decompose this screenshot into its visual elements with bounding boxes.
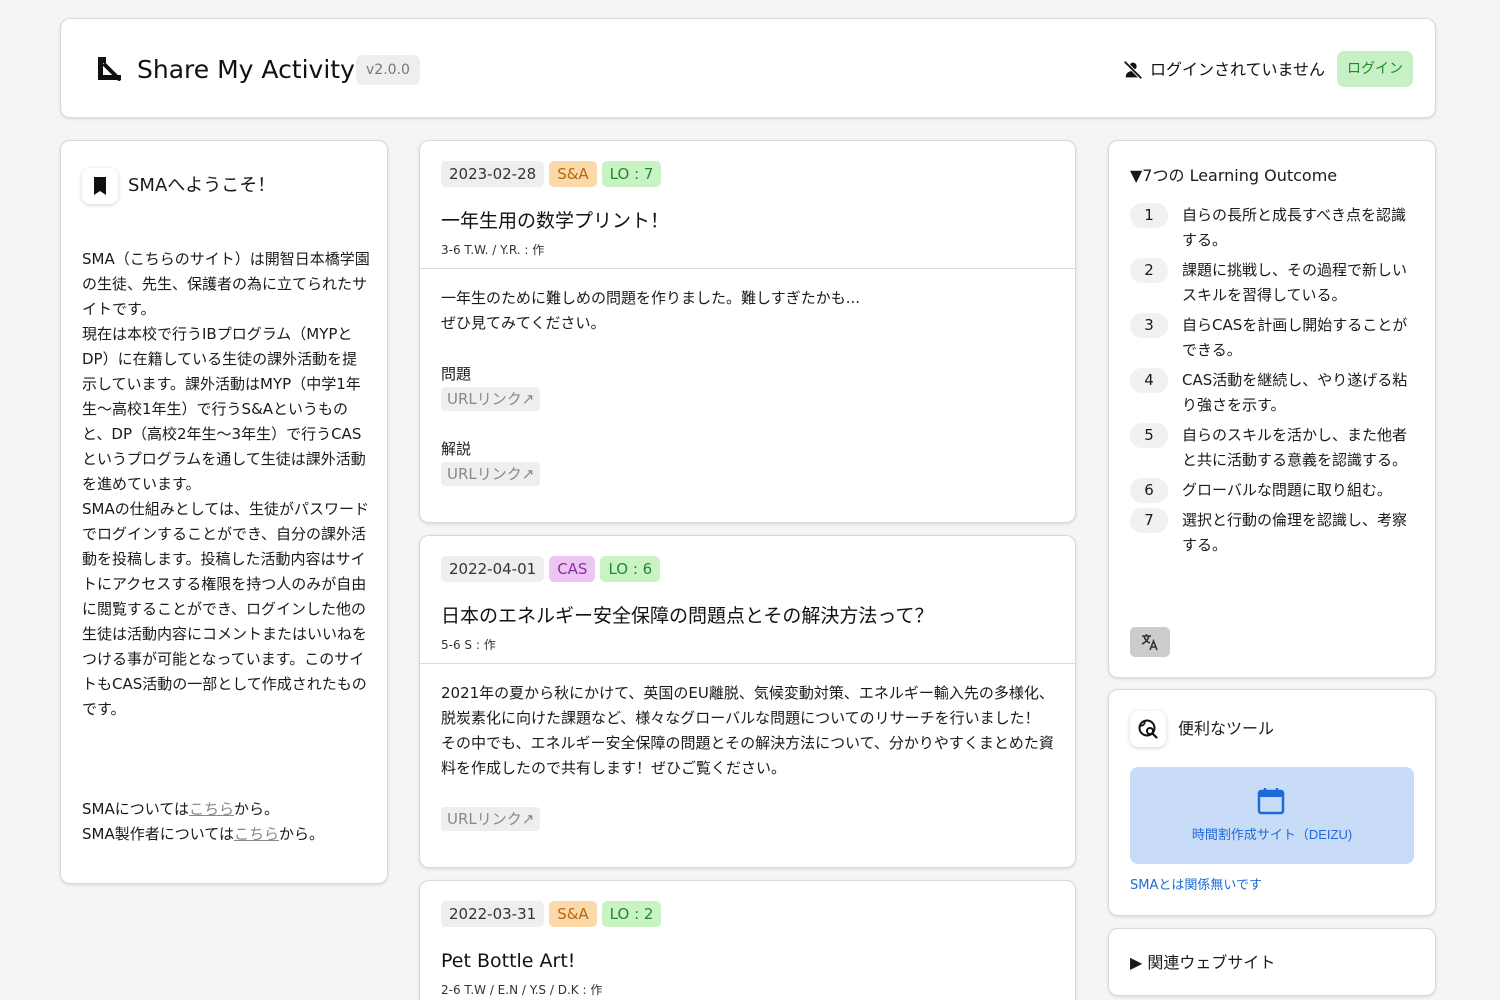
welcome-paragraph: SMAの仕組みとしては、生徒がパスワードでログインすることができ、自分の課外活動… <box>82 500 369 718</box>
lo-number: 7 <box>1130 508 1168 533</box>
category-tag[interactable]: CAS <box>549 556 596 582</box>
url-link-problem[interactable]: URLリンク↗ <box>441 387 541 411</box>
timetable-tool-button[interactable]: 時間割作成サイト（DEIZU) <box>1130 767 1414 864</box>
lo-tag[interactable]: LO : 2 <box>601 901 662 927</box>
about-sma-link[interactable]: こちら <box>189 800 234 818</box>
version-badge: v2.0.0 <box>356 55 420 85</box>
welcome-paragraph: SMA（こちらのサイト）は開智日本橋学園の生徒、先生、保護者の為に立てられたサイ… <box>82 250 370 318</box>
lo-text: CAS活動を継続し、やり遂げる粘り強さを示す。 <box>1182 371 1408 414</box>
about-creator-prefix: SMA製作者については <box>82 825 234 843</box>
post-content-line: ぜひ見てみてください。 <box>441 314 606 332</box>
post-tags: 2023-02-28 S&A LO : 7 <box>441 161 662 187</box>
section-label-answer: 解説 <box>441 440 472 458</box>
lo-item: 1 自らの長所と成長すべき点を認識する。 <box>1130 203 1420 253</box>
lo-text: 自らの長所と成長すべき点を認識する。 <box>1182 206 1406 249</box>
post-content-line: 一年生のために難しめの問題を作りました。難しすぎたかも... <box>441 289 861 307</box>
lo-text: 自らCASを計画し開始することができる。 <box>1182 316 1408 359</box>
post-author: 2-6 T.W / E.N / Y.S / D.K : 作 <box>441 983 603 997</box>
post-tags: 2022-04-01 CAS LO : 6 <box>441 556 661 582</box>
lo-tag[interactable]: LO : 6 <box>600 556 661 582</box>
about-sma-prefix: SMAについては <box>82 800 189 818</box>
app-name[interactable]: Share My Activity <box>137 54 355 86</box>
about-creator-link[interactable]: こちら <box>234 825 279 843</box>
welcome-paragraph: 現在は本校で行うIBプログラム（MYPとDP）に在籍している生徒の課外活動を提示… <box>82 325 366 493</box>
login-status: ログインされていません <box>1122 57 1325 83</box>
category-tag[interactable]: S&A <box>549 901 597 927</box>
tools-icon-box <box>1130 711 1166 747</box>
lo-item: 2 課題に挑戦し、その過程で新しいスキルを習得している。 <box>1130 258 1420 308</box>
welcome-links: SMAについてはこちらから。 SMA製作者についてはこちらから。 <box>82 797 372 847</box>
post-title[interactable]: 日本のエネルギー安全保障の問題点とその解決方法って？ <box>441 602 933 630</box>
url-link[interactable]: URLリンク↗ <box>441 807 541 831</box>
lo-item: 5 自らのスキルを活かし、また他者と共に活動する意義を認識する。 <box>1130 423 1420 473</box>
lo-number: 3 <box>1130 313 1168 338</box>
related-websites-toggle[interactable]: ▶ 関連ウェブサイト <box>1130 951 1275 975</box>
post-content-line: その中でも、エネルギー安全保障の問題とその解決方法について、分かりやすくまとめた… <box>441 734 1054 777</box>
lo-number: 1 <box>1130 203 1168 228</box>
login-button[interactable]: ログイン <box>1337 51 1413 87</box>
timetable-tool-label: 時間割作成サイト（DEIZU) <box>1191 827 1353 842</box>
login-status-text: ログインされていません <box>1149 60 1325 79</box>
post-content: 2021年の夏から秋にかけて、英国のEU離脱、気候変動対策、エネルギー輸入先の多… <box>441 681 1056 781</box>
post-divider <box>420 663 1075 664</box>
date-tag: 2022-03-31 <box>441 901 545 927</box>
site-header: Share My Activity v2.0.0 ログインされていません ログイ… <box>60 18 1436 118</box>
tools-title: 便利なツール <box>1178 719 1275 738</box>
lo-number: 2 <box>1130 258 1168 283</box>
post-divider <box>420 268 1075 269</box>
tools-card: 便利なツール 時間割作成サイト（DEIZU) SMAとは関係無いです <box>1108 689 1436 916</box>
learning-outcomes-toggle[interactable]: ▼7つの Learning Outcome <box>1130 164 1337 188</box>
translate-button[interactable] <box>1130 627 1170 657</box>
post-content: 一年生のために難しめの問題を作りました。難しすぎたかも... ぜひ見てみてくださ… <box>441 286 1056 336</box>
lo-item: 7 選択と行動の倫理を認識し、考察する。 <box>1130 508 1420 558</box>
post-content-line: 2021年の夏から秋にかけて、英国のEU離脱、気候変動対策、エネルギー輸入先の多… <box>441 684 1054 727</box>
category-tag[interactable]: S&A <box>549 161 597 187</box>
welcome-icon-box <box>82 168 118 204</box>
about-sma-suffix: から。 <box>234 800 280 818</box>
learning-outcomes-card: ▼7つの Learning Outcome 1 自らの長所と成長すべき点を認識す… <box>1108 140 1436 678</box>
lo-text: 選択と行動の倫理を認識し、考察する。 <box>1182 511 1408 554</box>
post-author: 5-6 S : 作 <box>441 638 496 652</box>
section-label-problem: 問題 <box>441 365 472 383</box>
url-link-answer[interactable]: URLリンク↗ <box>441 462 541 486</box>
lo-number: 6 <box>1130 478 1168 503</box>
post-author: 3-6 T.W. / Y.R. : 作 <box>441 243 545 257</box>
related-websites-card: ▶ 関連ウェブサイト <box>1108 928 1436 996</box>
lo-text: グローバルな問題に取り組む。 <box>1182 481 1392 499</box>
post-card[interactable]: 2022-04-01 CAS LO : 6 日本のエネルギー安全保障の問題点とそ… <box>419 535 1076 868</box>
post-title[interactable]: 一年生用の数学プリント！ <box>441 207 669 235</box>
translate-icon <box>1141 634 1158 651</box>
welcome-body: SMA（こちらのサイト）は開智日本橋学園の生徒、先生、保護者の為に立てられたサイ… <box>82 247 372 722</box>
lo-item: 4 CAS活動を継続し、やり遂げる粘り強さを示す。 <box>1130 368 1420 418</box>
lo-number: 4 <box>1130 368 1168 393</box>
lo-number: 5 <box>1130 423 1168 448</box>
lo-text: 自らのスキルを活かし、また他者と共に活動する意義を認識する。 <box>1182 426 1408 469</box>
calendar-icon <box>1257 788 1285 815</box>
date-tag: 2023-02-28 <box>441 161 545 187</box>
post-title[interactable]: Pet Bottle Art! <box>441 947 575 975</box>
date-tag: 2022-04-01 <box>441 556 545 582</box>
lo-text: 課題に挑戦し、その過程で新しいスキルを習得している。 <box>1182 261 1408 304</box>
person-off-icon <box>1123 60 1143 80</box>
bookmark-icon <box>94 177 106 195</box>
tools-note: SMAとは関係無いです <box>1130 878 1262 893</box>
learning-outcomes-list: 1 自らの長所と成長すべき点を認識する。 2 課題に挑戦し、その過程で新しいスキ… <box>1130 203 1420 563</box>
post-card[interactable]: 2022-03-31 S&A LO : 2 Pet Bottle Art! 2-… <box>419 880 1076 1000</box>
sma-logo-icon[interactable] <box>93 53 125 85</box>
about-sma-line: SMAについてはこちらから。 <box>82 797 372 822</box>
lo-item: 3 自らCASを計画し開始することができる。 <box>1130 313 1420 363</box>
welcome-card: SMAへようこそ！ SMA（こちらのサイト）は開智日本橋学園の生徒、先生、保護者… <box>60 140 388 884</box>
about-creator-suffix: から。 <box>279 825 325 843</box>
about-creator-line: SMA製作者についてはこちらから。 <box>82 822 372 847</box>
travel-explore-icon <box>1138 719 1158 739</box>
lo-tag[interactable]: LO : 7 <box>601 161 662 187</box>
lo-item: 6 グローバルな問題に取り組む。 <box>1130 478 1420 503</box>
welcome-title: SMAへようこそ！ <box>128 175 276 196</box>
post-card[interactable]: 2023-02-28 S&A LO : 7 一年生用の数学プリント！ 3-6 T… <box>419 140 1076 523</box>
post-tags: 2022-03-31 S&A LO : 2 <box>441 901 662 927</box>
